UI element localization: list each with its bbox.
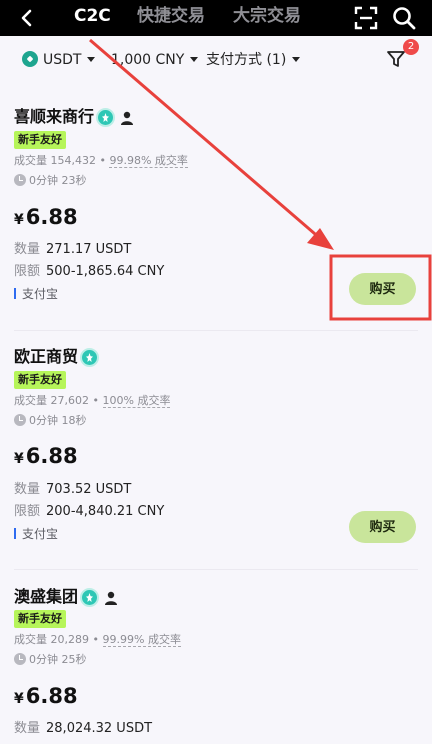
price-value: 6.88: [25, 205, 78, 229]
payment-label: 支付宝: [22, 287, 59, 301]
tab-c2c[interactable]: C2C: [74, 4, 111, 28]
avg-release-time: 0分钟 18秒: [14, 414, 87, 428]
scan-icon[interactable]: [353, 5, 379, 31]
asset-selector[interactable]: USDT: [22, 50, 96, 69]
payment-method-selector[interactable]: 支付方式 (1): [206, 51, 301, 69]
limit-label: 限额: [14, 264, 41, 279]
annotation-arrowhead: [307, 228, 334, 250]
verified-badge-icon: [80, 348, 99, 367]
payment-method: 支付宝: [14, 527, 58, 542]
limit-row: 限额 500-1,865.64 CNY: [14, 264, 164, 280]
merchant-stats: 成交量 20,289 • 99.99% 成交率: [14, 633, 181, 647]
beginner-friendly-tag: 新手友好: [14, 131, 66, 149]
avg-release-time: 0分钟 23秒: [14, 174, 87, 188]
verified-badge-icon: [80, 588, 99, 607]
completion-rate: 99.98% 成交率: [109, 154, 188, 168]
completion-rate: 99.99% 成交率: [102, 633, 181, 647]
price: ¥6.88: [14, 683, 78, 712]
completion-rate: 100% 成交率: [102, 394, 171, 408]
amount-selector[interactable]: 1,000 CNY: [111, 51, 199, 69]
merchant-stats: 成交量 27,602 • 100% 成交率: [14, 394, 171, 408]
price-value: 6.88: [25, 444, 78, 468]
currency-symbol: ¥: [14, 691, 24, 707]
clock-icon: [14, 653, 26, 665]
release-time-value: 0分钟 25秒: [29, 653, 87, 666]
clock-icon: [14, 414, 26, 426]
top-navigation-bar: C2C 快捷交易 大宗交易: [0, 0, 432, 36]
back-icon[interactable]: [16, 7, 38, 29]
quantity-label: 数量: [14, 482, 41, 497]
chevron-down-icon: [87, 56, 96, 62]
chevron-down-icon: [292, 56, 301, 62]
person-icon: [105, 591, 117, 605]
quantity-row: 数量 28,024.32 USDT: [14, 721, 152, 737]
release-time-value: 0分钟 23秒: [29, 174, 87, 187]
payment-method: 支付宝: [14, 287, 58, 302]
currency-symbol: ¥: [14, 451, 24, 467]
price: ¥6.88: [14, 204, 78, 233]
limit-label: 限额: [14, 504, 41, 519]
quantity-value: 703.52 USDT: [46, 482, 132, 497]
clock-icon: [14, 174, 26, 186]
quantity-label: 数量: [14, 242, 41, 257]
divider: [14, 330, 418, 331]
buy-button[interactable]: 购买: [349, 511, 416, 543]
buy-button[interactable]: 购买: [349, 273, 416, 305]
filter-bar: USDT 1,000 CNY 支付方式 (1): [0, 36, 432, 84]
stats-separator: •: [92, 633, 100, 646]
beginner-friendly-tag: 新手友好: [14, 610, 66, 628]
tab-block-trade[interactable]: 大宗交易: [233, 4, 301, 28]
price-value: 6.88: [25, 684, 78, 708]
quantity-label: 数量: [14, 721, 41, 736]
quantity-value: 271.17 USDT: [46, 242, 132, 257]
stats-separator: •: [99, 154, 106, 167]
limit-value: 200-4,840.21 CNY: [46, 504, 165, 519]
person-icon: [121, 111, 133, 125]
merchant-stats: 成交量 154,432 • 99.98% 成交率: [14, 154, 188, 168]
limit-value: 500-1,865.64 CNY: [46, 264, 165, 279]
usdt-icon: [22, 50, 38, 67]
filter-count-badge: 2: [403, 39, 419, 55]
merchant-name[interactable]: 澳盛集团: [14, 587, 78, 607]
release-time-value: 0分钟 18秒: [29, 414, 87, 427]
price: ¥6.88: [14, 443, 78, 472]
stats-separator: •: [92, 394, 100, 407]
avg-release-time: 0分钟 25秒: [14, 653, 87, 667]
verified-badge-icon: [96, 108, 115, 127]
trade-volume: 成交量 154,432: [14, 154, 96, 167]
trade-volume: 成交量 20,289: [14, 633, 89, 646]
payment-method-label: 支付方式 (1): [206, 52, 287, 68]
merchant-name[interactable]: 欧正商贸: [14, 347, 78, 367]
limit-row: 限额 200-4,840.21 CNY: [14, 504, 164, 520]
alipay-marker: [14, 528, 16, 539]
merchant-name[interactable]: 喜顺来商行: [14, 107, 94, 127]
asset-label: USDT: [43, 52, 82, 68]
quantity-value: 28,024.32 USDT: [46, 721, 153, 736]
beginner-friendly-tag: 新手友好: [14, 371, 66, 389]
trade-volume: 成交量 27,602: [14, 394, 89, 407]
amount-label: 1,000 CNY: [111, 52, 185, 68]
alipay-marker: [14, 288, 16, 299]
quantity-row: 数量 703.52 USDT: [14, 482, 131, 498]
quantity-row: 数量 271.17 USDT: [14, 242, 131, 258]
tab-quick-trade[interactable]: 快捷交易: [137, 4, 205, 28]
chevron-down-icon: [190, 56, 199, 62]
currency-symbol: ¥: [14, 212, 24, 228]
p2p-market-page: C2C 快捷交易 大宗交易 USDT 1,000 CNY 支付方式 (1) 2 …: [0, 0, 432, 744]
divider: [14, 569, 418, 570]
search-icon[interactable]: [391, 5, 417, 31]
payment-label: 支付宝: [22, 527, 59, 541]
